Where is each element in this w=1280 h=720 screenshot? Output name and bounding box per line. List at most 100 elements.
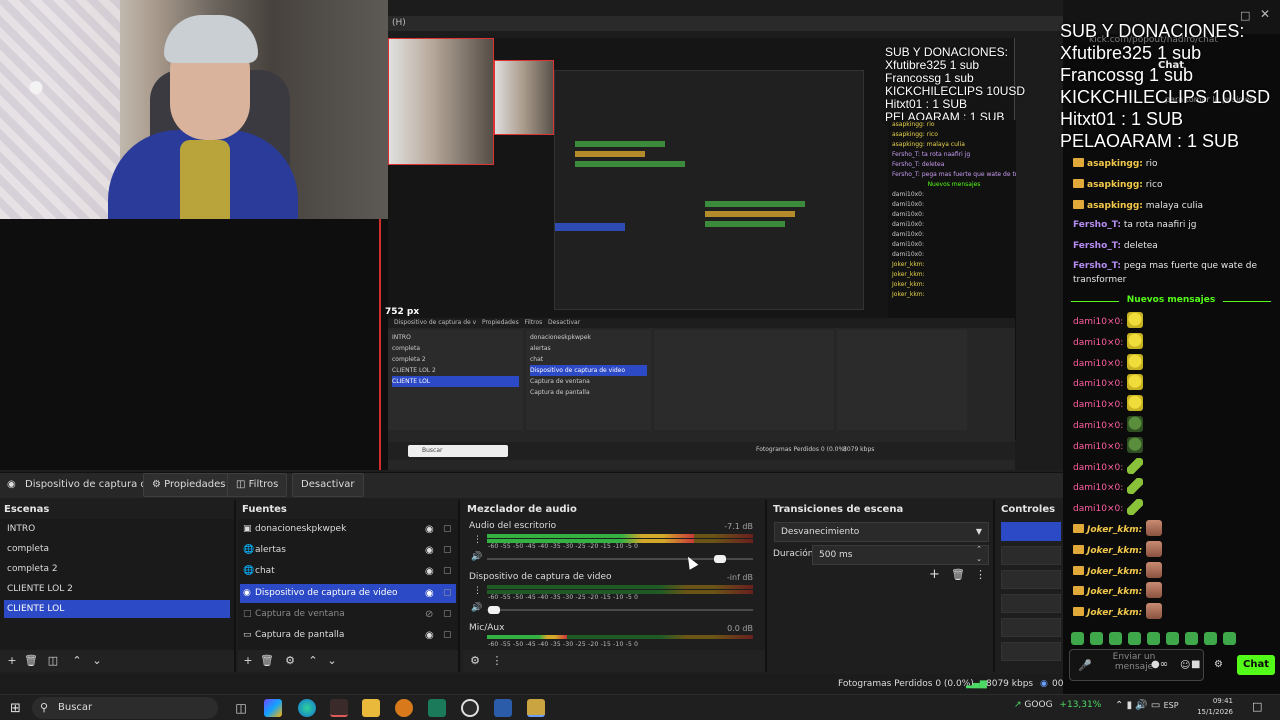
deactivate-button[interactable]: Desactivar	[292, 473, 364, 497]
chat-user[interactable]: dami10×0:	[1073, 379, 1123, 389]
chat-user[interactable]: dami10×0:	[1073, 483, 1123, 493]
lock-icon[interactable]: ▢	[443, 626, 452, 645]
move-down-button[interactable]: ⌄	[324, 653, 340, 669]
lock-icon[interactable]: ▢	[443, 541, 452, 560]
remove-scene-button[interactable]: 🗑	[23, 653, 39, 669]
store-icon[interactable]: ■	[1191, 659, 1200, 670]
chat-user[interactable]: dami10×0:	[1073, 317, 1123, 327]
eye-icon[interactable]: ◉	[425, 562, 434, 581]
edge-icon[interactable]	[298, 699, 316, 717]
chat-user[interactable]: dami10×0:	[1073, 463, 1123, 473]
chat-user[interactable]: Fersho_T:	[1073, 241, 1121, 251]
emote-icon[interactable]	[1147, 632, 1160, 645]
eye-off-icon[interactable]: ⊘	[425, 605, 433, 624]
battery-icon[interactable]: ▭	[1151, 700, 1160, 711]
chat-user[interactable]: Joker_kkm:	[1087, 587, 1142, 597]
emote-icon[interactable]	[1166, 632, 1179, 645]
studio-mode-button[interactable]	[1001, 594, 1061, 613]
chat-user[interactable]: dami10×0:	[1073, 421, 1123, 431]
mixer-menu-button[interactable]: ⋮	[489, 653, 505, 669]
eye-icon[interactable]: ◉	[425, 520, 434, 539]
language-indicator[interactable]: ESP	[1164, 701, 1179, 710]
transition-select[interactable]: Desvanecimiento ▼	[774, 522, 989, 542]
virtual-camera-button[interactable]	[1001, 570, 1061, 589]
speaker-icon[interactable]: 🔊	[471, 552, 482, 562]
eye-icon[interactable]: ◉	[425, 626, 434, 645]
emote-icon[interactable]	[1223, 632, 1236, 645]
chat-user[interactable]: Joker_kkm:	[1087, 546, 1142, 556]
speaker-icon[interactable]: 🔊	[471, 603, 482, 613]
source-item[interactable]: ◉ Dispositivo de captura de video ◉ ▢	[240, 584, 456, 603]
scene-item-completa[interactable]: completa	[4, 540, 230, 558]
task-view-icon[interactable]: ◫	[232, 699, 250, 717]
close-icon[interactable]: ✕	[1260, 7, 1270, 21]
obs-preview[interactable]: (H) SUB Y DONACIONES: Xfutibre325 1 sub …	[0, 0, 1063, 470]
source-item[interactable]: □ Captura de ventana ⊘ ▢	[240, 605, 456, 624]
remove-source-button[interactable]: 🗑	[259, 653, 275, 669]
emote-icon[interactable]	[1128, 632, 1141, 645]
chat-user[interactable]: Joker_kkm:	[1087, 608, 1142, 618]
emoji-icon[interactable]: ☺	[1180, 660, 1190, 671]
taskbar-search[interactable]: ⚲ Buscar	[32, 697, 218, 719]
obs-icon[interactable]	[461, 699, 479, 717]
lock-icon[interactable]: ▢	[443, 562, 452, 581]
folder-icon[interactable]	[362, 699, 380, 717]
filters-button[interactable]: ◫ Filtros	[227, 473, 288, 497]
move-up-button[interactable]: ⌃	[69, 653, 85, 669]
source-item[interactable]: ▣ donacioneskpkwpek ◉ ▢	[240, 520, 456, 539]
scene-item-completa-2[interactable]: completa 2	[4, 560, 230, 578]
gear-icon[interactable]: ⚙	[1214, 659, 1223, 670]
scene-item-intro[interactable]: INTRO	[4, 520, 230, 538]
scene-filters-button[interactable]: ◫	[45, 653, 61, 669]
remove-transition-button[interactable]: 🗑	[951, 568, 965, 581]
chat-user[interactable]: Fersho_T:	[1073, 261, 1121, 271]
transition-menu-button[interactable]: ⋮	[975, 568, 986, 581]
lock-icon[interactable]: ▢	[443, 584, 452, 603]
source-item[interactable]: 🌐 chat ◉ ▢	[240, 562, 456, 581]
add-source-button[interactable]: +	[240, 653, 256, 669]
eye-icon[interactable]: ◉	[425, 541, 434, 560]
source-item[interactable]: ▭ Captura de pantalla ◉ ▢	[240, 626, 456, 645]
microphone-icon[interactable]: 🎤	[1078, 659, 1092, 672]
chat-user[interactable]: asapkingg:	[1087, 180, 1143, 190]
source-settings-button[interactable]: ⚙	[282, 653, 298, 669]
chat-user[interactable]: dami10×0:	[1073, 338, 1123, 348]
users-icon[interactable]: ●∞	[1151, 659, 1168, 670]
mic-icon[interactable]: ▮	[1127, 700, 1133, 711]
exit-button[interactable]	[1001, 642, 1061, 661]
chat-user[interactable]: dami10×0:	[1073, 504, 1123, 514]
store-icon[interactable]	[494, 699, 512, 717]
app-icon[interactable]	[330, 699, 348, 717]
add-scene-button[interactable]: +	[4, 653, 20, 669]
emote-icon[interactable]	[1071, 632, 1084, 645]
clock[interactable]: 09:41 15/1/2026	[1195, 696, 1233, 718]
volume-slider[interactable]	[487, 606, 753, 614]
windows-start-icon[interactable]: ⊞	[10, 701, 21, 716]
chat-user[interactable]: asapkingg:	[1087, 201, 1143, 211]
brave-icon[interactable]	[395, 699, 413, 717]
chat-user[interactable]: dami10×0:	[1073, 400, 1123, 410]
volume-icon[interactable]: 🔊	[1135, 700, 1147, 711]
add-transition-button[interactable]: +	[929, 567, 940, 582]
eye-icon[interactable]: ◉	[425, 584, 434, 603]
chevron-up-icon[interactable]: ⌃	[1115, 700, 1123, 711]
copilot-icon[interactable]	[264, 699, 282, 717]
emote-icon[interactable]	[1090, 632, 1103, 645]
emote-icon[interactable]	[1185, 632, 1198, 645]
chat-user[interactable]: dami10×0:	[1073, 359, 1123, 369]
league-icon[interactable]	[527, 699, 545, 717]
chat-user[interactable]: Fersho_T:	[1073, 220, 1121, 230]
notification-icon[interactable]: □	[1252, 700, 1262, 713]
system-tray[interactable]: ⌃ ▮ 🔊 ▭ ESP	[1115, 700, 1179, 711]
new-messages-divider[interactable]: Nuevos mensajes	[1071, 295, 1271, 305]
scene-item-cliente-lol-2[interactable]: CLIENTE LOL 2	[4, 580, 230, 598]
properties-button[interactable]: ⚙ Propiedades	[143, 473, 235, 497]
chat-user[interactable]: dami10×0:	[1073, 442, 1123, 452]
move-down-button[interactable]: ⌄	[89, 653, 105, 669]
app-icon[interactable]	[428, 699, 446, 717]
emote-icon[interactable]	[1204, 632, 1217, 645]
stepper-icon[interactable]: ⌃ ⌄	[976, 544, 982, 564]
duration-input[interactable]: 500 ms ⌃ ⌄	[812, 545, 989, 565]
lock-icon[interactable]: ▢	[443, 520, 452, 539]
chat-user[interactable]: Joker_kkm:	[1087, 567, 1142, 577]
